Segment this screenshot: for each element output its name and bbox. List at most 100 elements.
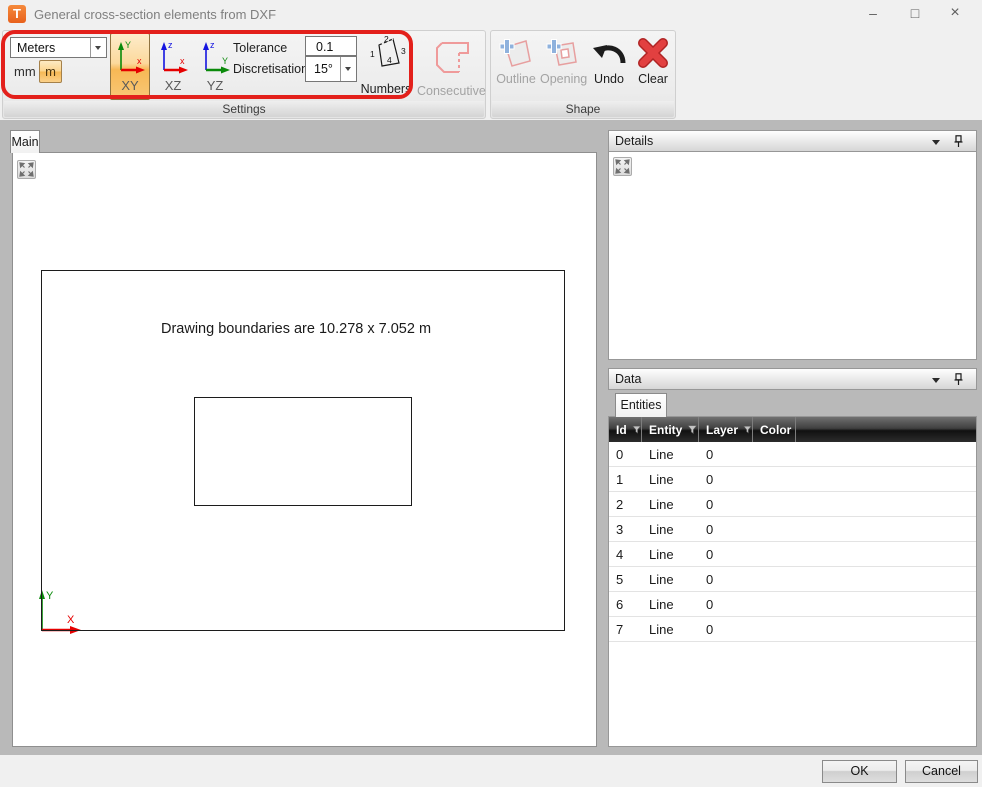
svg-text:1: 1 [370, 49, 375, 59]
plane-yz-button[interactable]: z Y YZ [195, 33, 235, 100]
zoom-extents-button[interactable] [17, 160, 36, 179]
table-row[interactable]: 7Line0 [609, 617, 976, 642]
tolerance-input[interactable] [305, 36, 357, 56]
plane-xz-button[interactable]: z x XZ [153, 33, 193, 100]
cell-id: 5 [609, 572, 642, 587]
details-panel-header[interactable]: Details [608, 130, 977, 152]
cell-id: 3 [609, 522, 642, 537]
shape-group: Outline Opening Undo [490, 30, 676, 119]
unit-m-button[interactable]: m [39, 60, 62, 83]
discretisation-label: Discretisation [233, 62, 308, 76]
opening-icon [545, 35, 581, 71]
svg-text:Y: Y [222, 56, 228, 66]
table-row[interactable]: 6Line0 [609, 592, 976, 617]
undo-icon [590, 38, 628, 72]
table-row[interactable]: 0Line0 [609, 442, 976, 467]
cell-layer: 0 [699, 547, 753, 562]
cell-id: 1 [609, 472, 642, 487]
chevron-down-icon[interactable] [932, 378, 940, 383]
undo-button[interactable]: Undo [588, 33, 630, 89]
filter-icon[interactable] [743, 424, 752, 436]
unit-mm-label[interactable]: mm [14, 64, 36, 79]
cell-layer: 0 [699, 522, 753, 537]
settings-group: Meters mm m Y x XY [2, 30, 486, 119]
ok-button[interactable]: OK [822, 760, 897, 783]
cell-layer: 0 [699, 572, 753, 587]
data-panel-title: Data [615, 372, 641, 386]
details-zoom-extents-button[interactable] [613, 157, 632, 176]
opening-button[interactable]: Opening [540, 33, 586, 89]
consecutive-shape-icon [426, 36, 476, 80]
plane-xz-label: XZ [154, 78, 192, 93]
expand-arrows-icon [614, 158, 631, 175]
dropdown-arrow-icon [90, 38, 106, 57]
svg-text:x: x [137, 56, 142, 66]
table-row[interactable]: 2Line0 [609, 492, 976, 517]
details-panel-title: Details [615, 134, 653, 148]
cell-id: 6 [609, 597, 642, 612]
column-header-entity[interactable]: Entity [642, 417, 699, 442]
close-button[interactable]: × [938, 0, 972, 28]
settings-group-label: Settings [4, 101, 484, 117]
svg-text:z: z [168, 40, 173, 50]
numbers-icon: 1 2 3 4 [366, 34, 406, 72]
entities-table-body: 0Line01Line02Line03Line04Line05Line06Lin… [609, 442, 976, 642]
cell-entity: Line [642, 572, 699, 587]
column-header-id[interactable]: Id [609, 417, 642, 442]
consecutive-label: Consecutive [417, 84, 485, 98]
chevron-down-icon[interactable] [932, 140, 940, 145]
plane-xy-label: XY [111, 78, 149, 93]
plane-xy-button[interactable]: Y x XY [110, 33, 150, 100]
clear-button[interactable]: Clear [632, 33, 674, 89]
svg-text:z: z [210, 40, 215, 50]
tab-entities[interactable]: Entities [615, 393, 667, 417]
clear-icon [636, 36, 670, 70]
column-header-empty [796, 417, 976, 442]
discretisation-value: 15° [306, 57, 340, 81]
outline-icon [498, 35, 534, 71]
footer-bar: OK Cancel [0, 755, 982, 787]
entities-table: Id Entity Layer Color 0Line01Line02Line0… [608, 416, 977, 747]
table-row[interactable]: 1Line0 [609, 467, 976, 492]
opening-label: Opening [540, 72, 586, 86]
units-value: Meters [11, 38, 90, 57]
table-row[interactable]: 3Line0 [609, 517, 976, 542]
table-row[interactable]: 5Line0 [609, 567, 976, 592]
dxf-rectangle [194, 397, 412, 506]
svg-text:Y: Y [125, 40, 131, 50]
consecutive-button[interactable]: Consecutive [417, 33, 485, 101]
cancel-button[interactable]: Cancel [905, 760, 978, 783]
app-icon: T [8, 5, 26, 23]
cell-entity: Line [642, 547, 699, 562]
svg-text:x: x [180, 56, 185, 66]
units-dropdown[interactable]: Meters [10, 37, 107, 58]
cell-layer: 0 [699, 597, 753, 612]
cell-id: 2 [609, 497, 642, 512]
window-title: General cross-section elements from DXF [34, 7, 276, 22]
table-row[interactable]: 4Line0 [609, 542, 976, 567]
numbers-button[interactable]: 1 2 3 4 Numbers [360, 33, 412, 99]
pin-icon[interactable] [953, 373, 964, 386]
filter-icon[interactable] [687, 424, 698, 436]
column-header-layer[interactable]: Layer [699, 417, 753, 442]
minimize-button[interactable]: – [856, 0, 890, 28]
axis-xy-icon: Y x [113, 38, 147, 76]
cell-id: 0 [609, 447, 642, 462]
cell-layer: 0 [699, 497, 753, 512]
maximize-button[interactable]: □ [898, 0, 932, 28]
filter-icon[interactable] [632, 424, 641, 436]
dialog-window: T General cross-section elements from DX… [0, 0, 982, 787]
column-header-color[interactable]: Color [753, 417, 796, 442]
pin-icon[interactable] [953, 135, 964, 148]
outline-button[interactable]: Outline [494, 33, 538, 89]
clear-label: Clear [632, 72, 674, 86]
tab-main[interactable]: Main [10, 130, 40, 153]
axis-xz-icon: z x [156, 38, 190, 76]
outline-label: Outline [494, 72, 538, 86]
drawing-canvas[interactable]: Drawing boundaries are 10.278 x 7.052 m … [12, 152, 597, 747]
discretisation-dropdown[interactable]: 15° [305, 56, 357, 82]
data-panel-header[interactable]: Data [608, 368, 977, 390]
cell-id: 7 [609, 622, 642, 637]
svg-text:3: 3 [401, 46, 406, 56]
cell-entity: Line [642, 447, 699, 462]
